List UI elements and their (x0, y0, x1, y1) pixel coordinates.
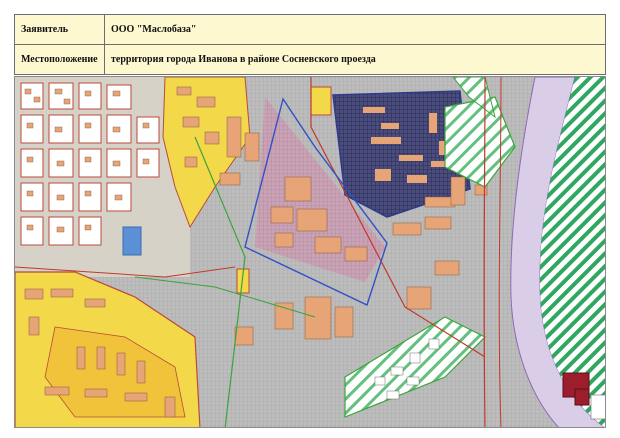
applicant-value: ООО "Маслобаза" (104, 14, 606, 45)
applicant-row: Заявитель ООО "Маслобаза" (14, 14, 606, 45)
info-table: Заявитель ООО "Маслобаза" Местоположение… (14, 14, 606, 75)
zoning-map[interactable] (15, 77, 606, 428)
location-value: территория города Иванова в районе Сосне… (104, 44, 606, 75)
applicant-label: Заявитель (14, 14, 105, 45)
location-row: Местоположение территория города Иванова… (14, 44, 606, 75)
yellow-plot-1 (310, 86, 332, 116)
location-label: Местоположение (14, 44, 105, 75)
map-panel[interactable] (14, 76, 606, 428)
pond (122, 226, 142, 256)
